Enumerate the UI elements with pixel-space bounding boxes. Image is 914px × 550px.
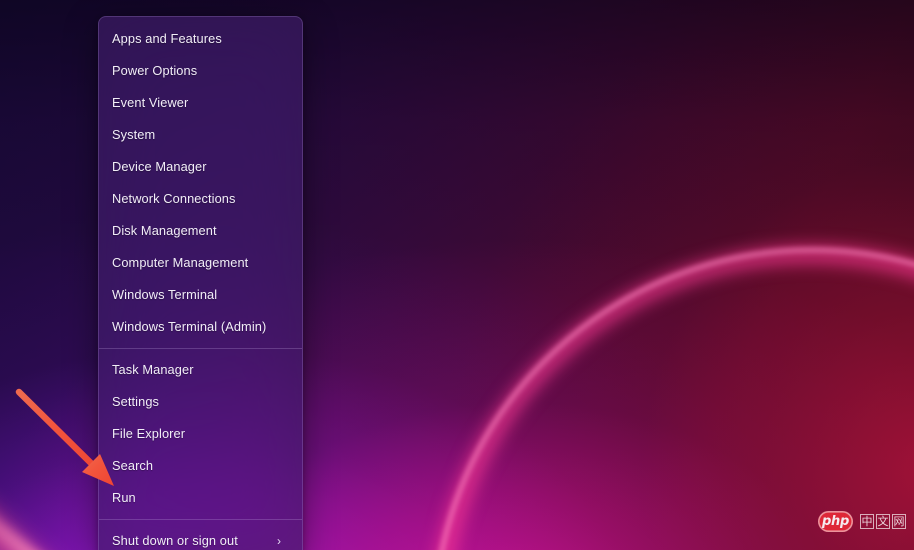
menu-item-windows-terminal[interactable]: Windows Terminal xyxy=(99,279,302,311)
menu-item-run[interactable]: Run xyxy=(99,482,302,514)
menu-item-search[interactable]: Search xyxy=(99,450,302,482)
menu-group-tools: Apps and Features Power Options Event Vi… xyxy=(99,23,302,343)
menu-item-power-options[interactable]: Power Options xyxy=(99,55,302,87)
menu-item-event-viewer[interactable]: Event Viewer xyxy=(99,87,302,119)
menu-item-label: Power Options xyxy=(112,65,197,78)
menu-item-label: Event Viewer xyxy=(112,97,188,110)
menu-separator-2 xyxy=(99,519,302,520)
menu-item-apps-and-features[interactable]: Apps and Features xyxy=(99,23,302,55)
menu-item-system[interactable]: System xyxy=(99,119,302,151)
menu-item-label: Network Connections xyxy=(112,193,236,206)
menu-item-network-connections[interactable]: Network Connections xyxy=(99,183,302,215)
watermark-cn-text: 中 文 网 xyxy=(860,514,906,529)
site-watermark: php 中 文 网 xyxy=(818,509,906,533)
menu-item-label: Settings xyxy=(112,396,159,409)
menu-item-label: File Explorer xyxy=(112,428,185,441)
watermark-cn-char-3: 网 xyxy=(892,514,906,529)
watermark-cn-char-2: 文 xyxy=(876,514,890,529)
menu-item-disk-management[interactable]: Disk Management xyxy=(99,215,302,247)
menu-item-label: Shut down or sign out xyxy=(112,535,238,548)
chevron-right-icon: › xyxy=(277,535,290,547)
screen: Apps and Features Power Options Event Vi… xyxy=(0,0,914,550)
menu-group-shell: Task Manager Settings File Explorer Sear… xyxy=(99,354,302,514)
menu-group-session: Shut down or sign out › xyxy=(99,525,302,550)
menu-item-label: Computer Management xyxy=(112,257,248,270)
menu-item-label: Device Manager xyxy=(112,161,207,174)
menu-item-shut-down-or-sign-out[interactable]: Shut down or sign out › xyxy=(99,525,302,550)
winx-quick-link-menu[interactable]: Apps and Features Power Options Event Vi… xyxy=(98,16,303,550)
menu-item-label: System xyxy=(112,129,155,142)
menu-item-task-manager[interactable]: Task Manager xyxy=(99,354,302,386)
watermark-cn-char-1: 中 xyxy=(860,514,874,529)
watermark-php-logo: php xyxy=(818,511,853,532)
menu-separator-1 xyxy=(99,348,302,349)
menu-item-label: Apps and Features xyxy=(112,33,222,46)
menu-item-device-manager[interactable]: Device Manager xyxy=(99,151,302,183)
menu-item-file-explorer[interactable]: File Explorer xyxy=(99,418,302,450)
menu-item-windows-terminal-admin[interactable]: Windows Terminal (Admin) xyxy=(99,311,302,343)
menu-item-settings[interactable]: Settings xyxy=(99,386,302,418)
menu-item-label: Search xyxy=(112,460,153,473)
menu-item-computer-management[interactable]: Computer Management xyxy=(99,247,302,279)
menu-item-label: Disk Management xyxy=(112,225,217,238)
menu-item-label: Task Manager xyxy=(112,364,194,377)
menu-item-label: Windows Terminal (Admin) xyxy=(112,321,266,334)
menu-item-label: Windows Terminal xyxy=(112,289,217,302)
menu-item-label: Run xyxy=(112,492,136,505)
